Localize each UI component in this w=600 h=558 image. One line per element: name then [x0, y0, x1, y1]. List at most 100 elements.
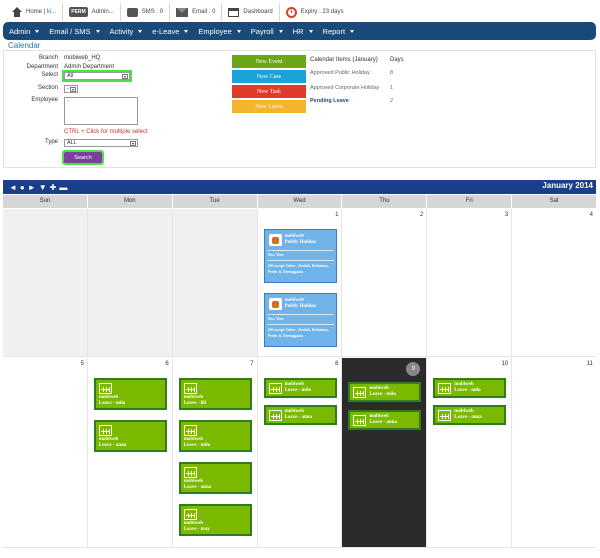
- calendar-day-11[interactable]: 11: [512, 358, 597, 548]
- leave-event[interactable]: mobiweb Leave - anna: [178, 462, 252, 494]
- nav-email-sms[interactable]: Email / SMS: [49, 27, 105, 36]
- company-link[interactable]: ki...: [47, 9, 56, 15]
- calendar-day-9-today[interactable]: 9 mobiweb Leave - milo mobiweb Leave - a…: [342, 358, 428, 548]
- new-leave-button[interactable]: New Leave: [232, 100, 306, 113]
- calendar-toolbar: ◄ ● ► ▼ ✚ ▬ January 2014: [3, 180, 596, 194]
- dashboard-icon: [228, 7, 240, 17]
- nav-eleave[interactable]: e-Leave: [152, 27, 194, 36]
- nav-employee[interactable]: Employee: [198, 27, 246, 36]
- calendar-day-2[interactable]: 2: [342, 209, 428, 357]
- calendar-day-4[interactable]: 4: [512, 209, 597, 357]
- weekday-fri: Fri: [427, 195, 513, 208]
- search-button[interactable]: Search: [62, 150, 104, 165]
- today-dot-icon[interactable]: ●: [20, 183, 25, 192]
- calendar-icon: [268, 410, 282, 421]
- nav-payroll[interactable]: Payroll: [251, 27, 289, 36]
- calendar-month-title: January 2014: [542, 181, 593, 190]
- leave-event[interactable]: mobiweb Leave - milo: [178, 420, 252, 452]
- email-link[interactable]: Email : 0: [170, 3, 223, 21]
- event-title: Public Holiday: [284, 304, 317, 309]
- select-dropdown[interactable]: All: [62, 70, 132, 82]
- dropdown-icon[interactable]: ▼: [39, 183, 47, 192]
- chevron-down-icon: [308, 29, 313, 33]
- event-title: Leave - milo: [98, 401, 126, 406]
- nav-admin[interactable]: Admin: [9, 27, 45, 36]
- chevron-down-icon: [350, 29, 355, 33]
- leave-event[interactable]: mobiweb Leave - anna: [263, 405, 337, 425]
- event-org: mobiweb: [369, 386, 389, 391]
- calendar-icon: [183, 383, 197, 394]
- calendar-day-6[interactable]: 6 mobiweb Leave - milo mobiweb Leave - a…: [87, 358, 173, 548]
- calendar-icon: [183, 509, 197, 520]
- dashboard-link[interactable]: Dashboard: [222, 3, 280, 21]
- leave-event[interactable]: mobiweb Leave - milo: [433, 378, 507, 398]
- email-count: Email : 0: [192, 9, 216, 15]
- employee-listbox[interactable]: -: [64, 97, 138, 125]
- nav-hr[interactable]: HR: [293, 27, 319, 36]
- summary-pending-leave[interactable]: Pending Leave: [310, 98, 349, 104]
- leave-event[interactable]: mobiweb Leave - anna: [93, 420, 167, 452]
- nav-activity[interactable]: Activity: [110, 27, 149, 36]
- next-month-icon[interactable]: ►: [28, 183, 36, 192]
- event-org: mobiweb: [183, 395, 204, 400]
- section-label: Section: [37, 85, 58, 91]
- calendar-day-8[interactable]: 8 mobiweb Leave - milo mobiweb Leave - a…: [257, 358, 343, 548]
- sms-link[interactable]: SMS : 0: [121, 3, 171, 21]
- dashboard-label: Dashboard: [243, 9, 273, 15]
- weekday-wed: Wed: [257, 195, 343, 208]
- page-title: Calendar: [8, 41, 41, 50]
- chevron-down-icon: [138, 29, 143, 33]
- event-title: Leave - anna: [183, 485, 212, 490]
- select-label: Select: [41, 72, 58, 78]
- event-org: mobiweb: [98, 437, 119, 442]
- leave-event[interactable]: mobiweb Leave - milo: [93, 378, 167, 410]
- leave-event[interactable]: mobiweb Leave - anna: [433, 405, 507, 425]
- prev-month-icon[interactable]: ◄: [9, 183, 17, 192]
- calendar-icon: [353, 415, 367, 426]
- day-number: 9: [406, 362, 421, 376]
- new-case-button[interactable]: New Case: [232, 70, 306, 83]
- leave-event[interactable]: mobiweb Leave - lili: [178, 378, 252, 410]
- calendar-week-1: 1 mobiweb Public Holiday New Year All ex…: [3, 209, 597, 357]
- calendar-day-10[interactable]: 10 mobiweb Leave - milo mobiweb Leave - …: [427, 358, 513, 548]
- new-task-button[interactable]: New Task: [232, 85, 306, 98]
- leave-event[interactable]: mobiweb Leave - may: [178, 504, 252, 536]
- expiry-label: Expiry : 23 days: [300, 9, 344, 15]
- day-number: 8: [335, 361, 339, 367]
- event-org: mobiweb: [454, 382, 474, 387]
- section-dropdown[interactable]: -: [64, 85, 78, 93]
- type-dropdown[interactable]: ALL: [64, 139, 138, 147]
- sms-count: SMS : 0: [141, 9, 164, 15]
- leave-event[interactable]: mobiweb Leave - milo: [263, 378, 337, 398]
- nav-report[interactable]: Report: [323, 27, 361, 36]
- public-holiday-event[interactable]: mobiweb Public Holiday New Year All exce…: [263, 293, 337, 347]
- expand-icon[interactable]: ✚: [50, 183, 57, 192]
- calendar-day-3[interactable]: 3: [427, 209, 513, 357]
- event-title: Public Holiday: [284, 240, 317, 245]
- leave-event[interactable]: mobiweb Leave - milo: [348, 382, 422, 402]
- calendar-day-1[interactable]: 1 mobiweb Public Holiday New Year All ex…: [257, 209, 343, 357]
- admin-user[interactable]: PERM Admin...: [63, 3, 121, 21]
- weekday-tue: Tue: [172, 195, 258, 208]
- chevron-down-icon: [70, 87, 76, 92]
- public-holiday-event[interactable]: mobiweb Public Holiday New Year All exce…: [263, 229, 337, 283]
- event-org: mobiweb: [183, 521, 204, 526]
- home-link[interactable]: Home | ki...: [6, 3, 64, 21]
- calendar-day-5[interactable]: 5: [3, 358, 88, 548]
- collapse-icon[interactable]: ▬: [59, 183, 67, 192]
- top-toolbar: Home | ki... PERM Admin... SMS : 0 Email…: [6, 2, 349, 22]
- chevron-down-icon: [278, 29, 283, 33]
- calendar-icon: [183, 425, 197, 436]
- calendar-day-7[interactable]: 7 mobiweb Leave - lili mobiweb Leave - m…: [172, 358, 258, 548]
- new-event-button[interactable]: New Event: [232, 55, 306, 68]
- leave-event[interactable]: mobiweb Leave - anna: [348, 410, 422, 430]
- app-root: Home | ki... PERM Admin... SMS : 0 Email…: [0, 0, 600, 558]
- calendar-icon: [183, 467, 197, 478]
- day-number: 3: [504, 212, 509, 218]
- branch-value: mobiweb_HQ: [64, 55, 101, 61]
- summary-public-holiday: Approved Public Holiday: [310, 70, 370, 76]
- email-icon: [176, 7, 189, 17]
- admin-label: Admin...: [91, 9, 114, 15]
- expiry-info: Expiry : 23 days: [280, 3, 350, 21]
- calendar-icon: [98, 383, 112, 394]
